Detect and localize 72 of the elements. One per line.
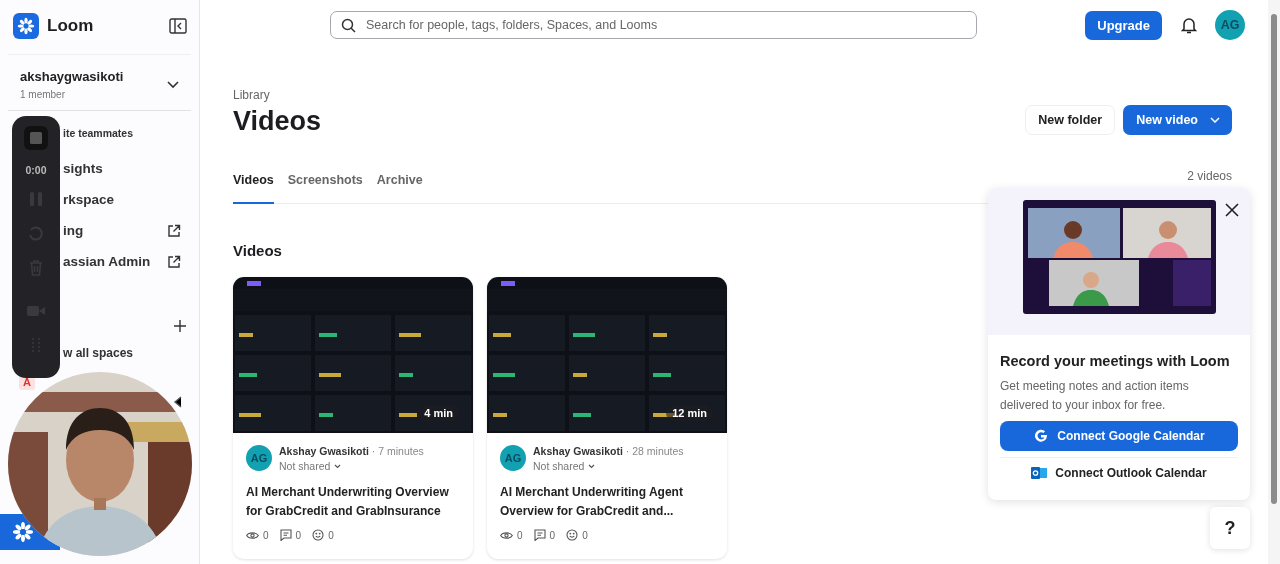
connect-calendar-button[interactable]: Connect Google Calendar xyxy=(1000,421,1238,451)
view-count: 0 xyxy=(517,529,523,541)
duration-badge: 12 min xyxy=(666,405,713,421)
sidebar-item[interactable]: ite teammates xyxy=(63,123,199,143)
tab[interactable]: Videos xyxy=(233,167,274,204)
eye-icon xyxy=(246,530,259,540)
video-card[interactable]: 12 min AG Akshay Gwasikoti · 28 minutes Not shared AI Merchant Underwriting Agent Overview for GrabCredit and... 0 0 0 xyxy=(487,277,727,559)
stop-icon xyxy=(30,132,42,144)
sidebar-item[interactable]: ing xyxy=(63,215,199,246)
restart-icon[interactable] xyxy=(28,226,44,242)
separator-dot: · xyxy=(625,445,630,457)
author-name: Akshay Gwasikoti xyxy=(279,445,369,457)
notifications-bell-icon[interactable] xyxy=(1181,16,1197,34)
search-field[interactable]: Search for people, tags, folders, Spaces, and Looms xyxy=(330,11,977,39)
workspace-name: akshaygwasikoti xyxy=(20,69,125,84)
collapse-sidebar-icon[interactable] xyxy=(169,18,187,34)
stop-button[interactable] xyxy=(24,126,48,150)
add-icon[interactable] xyxy=(174,320,186,332)
chevron-down-icon xyxy=(334,463,342,469)
tab[interactable]: Archive xyxy=(376,167,423,204)
smiley-icon xyxy=(566,529,579,541)
comment-count: 0 xyxy=(295,529,302,541)
video-title[interactable]: AI Merchant Underwriting Overview for GrabCredit and GrabInsurance xyxy=(233,472,473,521)
chevron-down-icon xyxy=(1210,116,1220,123)
reaction-count: 0 xyxy=(328,529,334,541)
video-card[interactable]: 4 min AG Akshay Gwasikoti · 7 minutes Not shared AI Merchant Underwriting Overview for GrabCredit and GrabInsurance 0 0 0 xyxy=(233,277,473,559)
separator-dot: · xyxy=(371,445,376,457)
external-link-icon xyxy=(167,254,181,269)
view-all-spaces-link[interactable]: w all spaces xyxy=(63,346,134,360)
new-video-button[interactable]: New video xyxy=(1123,104,1232,135)
scrollbar[interactable] xyxy=(1268,0,1280,564)
sidebar-item[interactable]: assian Admin xyxy=(63,246,199,277)
tab[interactable]: Screenshots xyxy=(287,167,363,204)
section-heading: Videos xyxy=(233,242,283,259)
comment-count: 0 xyxy=(549,529,556,541)
loom-logo-icon xyxy=(12,521,34,543)
loom-logo-icon xyxy=(13,13,39,39)
recording-timer: 0:00 xyxy=(25,164,47,176)
smiley-icon xyxy=(312,529,325,541)
page-title: Videos xyxy=(233,106,323,137)
help-button[interactable]: ? xyxy=(1210,507,1250,549)
author-avatar: AG xyxy=(500,445,526,471)
video-age: 7 minutes xyxy=(378,445,424,457)
external-link-icon xyxy=(167,223,181,238)
comment-icon xyxy=(533,529,546,541)
view-count: 0 xyxy=(263,529,269,541)
duration-badge: 4 min xyxy=(418,405,459,421)
author-name: Akshay Gwasikoti xyxy=(533,445,623,457)
reaction-count: 0 xyxy=(582,529,588,541)
video-title[interactable]: AI Merchant Underwriting Agent Overview for GrabCredit and... xyxy=(487,472,727,521)
author-avatar: AG xyxy=(246,445,272,471)
sidebar-item[interactable]: rkspace xyxy=(63,184,199,215)
comment-icon xyxy=(279,529,292,541)
promo-title: Record your meetings with Loom xyxy=(1000,353,1231,369)
promo-description: Get meeting notes and action items delivered to your inbox for free. xyxy=(1000,378,1190,414)
search-icon xyxy=(341,17,356,33)
sidebar-item[interactable]: sights xyxy=(63,153,199,184)
sharing-dropdown[interactable]: Not shared xyxy=(279,460,424,472)
upgrade-button[interactable]: Upgrade xyxy=(1085,10,1162,40)
breadcrumb[interactable]: Library xyxy=(233,88,1232,102)
outlook-logo-icon xyxy=(1031,465,1048,480)
google-logo-icon xyxy=(1033,428,1050,444)
chevron-down-icon xyxy=(588,463,596,469)
sharing-dropdown[interactable]: Not shared xyxy=(533,460,684,472)
brand-name: Loom xyxy=(47,16,95,36)
video-age: 28 minutes xyxy=(632,445,684,457)
eye-icon xyxy=(500,530,513,540)
member-count: 1 member xyxy=(20,89,66,100)
new-folder-button[interactable]: New folder xyxy=(1025,104,1116,135)
search-input[interactable]: Search for people, tags, folders, Spaces, and Looms xyxy=(364,17,966,33)
chevron-down-icon[interactable] xyxy=(167,80,179,89)
video-count: 2 videos xyxy=(1187,169,1232,183)
